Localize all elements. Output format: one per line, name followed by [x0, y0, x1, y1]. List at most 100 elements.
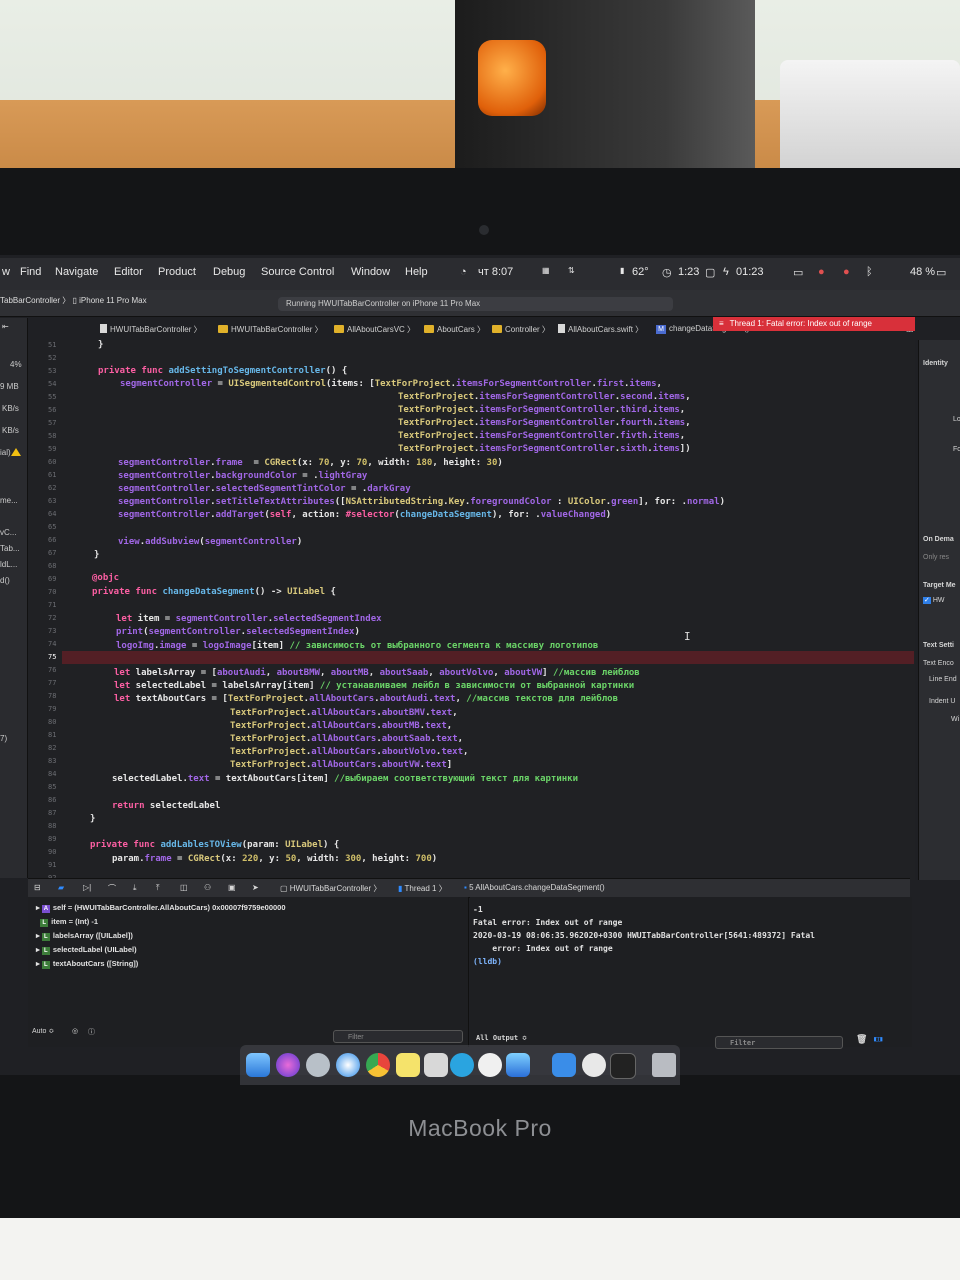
- safari-icon[interactable]: [336, 1053, 360, 1077]
- line-number[interactable]: 74: [48, 640, 56, 648]
- line-number[interactable]: 70: [48, 588, 56, 596]
- menu-item-window[interactable]: Window: [351, 266, 390, 278]
- variable-row[interactable]: ▸ LselectedLabel (UILabel): [36, 945, 137, 955]
- line-number[interactable]: 79: [48, 705, 56, 713]
- line-number[interactable]: 66: [48, 536, 56, 544]
- clock-text[interactable]: чт 8:07: [478, 266, 513, 278]
- nav-item-frame-6[interactable]: 7): [0, 734, 7, 743]
- jump-crumb-aboutcars[interactable]: AboutCars 〉: [424, 324, 485, 335]
- folder-icon[interactable]: [552, 1053, 576, 1077]
- instruments-icon[interactable]: [582, 1053, 606, 1077]
- trash-icon[interactable]: 🗑: [856, 1035, 867, 1045]
- variable-row[interactable]: ▸ Aself = (HWUITabBarController.AllAbout…: [36, 903, 286, 913]
- line-number[interactable]: 62: [48, 484, 56, 492]
- jump-crumb-group[interactable]: HWUITabBarController 〉: [218, 324, 323, 335]
- line-number[interactable]: 65: [48, 523, 56, 531]
- menu-item-navigate[interactable]: Navigate: [55, 266, 98, 278]
- line-number[interactable]: 82: [48, 744, 56, 752]
- line-number[interactable]: 64: [48, 510, 56, 518]
- launchpad-icon[interactable]: [306, 1053, 330, 1077]
- app-red-icon[interactable]: ●: [818, 266, 825, 278]
- line-number[interactable]: 80: [48, 718, 56, 726]
- inspector-only-res[interactable]: Only res: [923, 554, 949, 561]
- power-icon[interactable]: ϟ: [723, 266, 729, 278]
- line-number[interactable]: 78: [48, 692, 56, 700]
- line-number[interactable]: 67: [48, 549, 56, 557]
- line-number[interactable]: 53: [48, 367, 56, 375]
- split-view-icon[interactable]: ◧◨: [874, 1035, 882, 1043]
- line-number[interactable]: 85: [48, 783, 56, 791]
- line-number[interactable]: 59: [48, 445, 56, 453]
- menu-item-find[interactable]: Find: [20, 266, 41, 278]
- scheme-name[interactable]: TabBarController: [0, 296, 60, 305]
- line-number[interactable]: 86: [48, 796, 56, 804]
- jump-crumb-allaboutcarsvc[interactable]: AllAboutCarsVC 〉: [334, 324, 415, 335]
- nav-item-frame-3[interactable]: Tab...: [0, 544, 20, 553]
- nav-item-frame-2[interactable]: vC...: [0, 528, 16, 537]
- battery-icon[interactable]: ▭: [936, 266, 946, 279]
- line-number[interactable]: 75: [48, 653, 56, 661]
- nav-item-disk[interactable]: KB/s: [2, 404, 19, 413]
- messages-icon[interactable]: [478, 1053, 502, 1077]
- menu-item-debug[interactable]: Debug: [213, 266, 245, 278]
- cpu-monitor-icon[interactable]: ▦: [542, 266, 550, 275]
- nav-item-memory[interactable]: 9 MB: [0, 382, 19, 391]
- menu-item-editor[interactable]: Editor: [114, 266, 143, 278]
- jump-crumb-file[interactable]: AllAboutCars.swift 〉: [558, 324, 643, 335]
- line-number[interactable]: 60: [48, 458, 56, 466]
- line-number[interactable]: 71: [48, 601, 56, 609]
- app-icon[interactable]: [424, 1053, 448, 1077]
- view-hierarchy-icon[interactable]: ◫: [180, 883, 188, 892]
- menu-item-prev[interactable]: w: [2, 266, 10, 278]
- step-over-icon[interactable]: ⌒: [108, 883, 116, 894]
- line-number[interactable]: 87: [48, 809, 56, 817]
- continue-icon[interactable]: ▷|: [83, 883, 91, 892]
- line-number[interactable]: 63: [48, 497, 56, 505]
- hide-debug-area-icon[interactable]: ⊟: [34, 883, 41, 892]
- debug-thread-crumb[interactable]: ▮ Thread 1 〉: [398, 883, 447, 894]
- jump-crumb-controller[interactable]: Controller 〉: [492, 324, 550, 335]
- line-number[interactable]: 54: [48, 380, 56, 388]
- navigator-hide-icon[interactable]: ⇤: [2, 322, 9, 331]
- nav-item-cpu[interactable]: 4%: [10, 360, 22, 369]
- jump-crumb-project[interactable]: HWUITabBarController 〉: [100, 324, 202, 335]
- temperature-icon[interactable]: ▮: [620, 266, 624, 275]
- line-number[interactable]: 57: [48, 419, 56, 427]
- bluetooth-icon[interactable]: ᛒ: [866, 266, 873, 278]
- variable-row[interactable]: ▸ LtextAboutCars ([String]): [36, 959, 138, 969]
- line-number[interactable]: 69: [48, 575, 56, 583]
- variables-filter-field[interactable]: Filter: [333, 1030, 463, 1043]
- line-number[interactable]: 68: [48, 562, 56, 570]
- line-number[interactable]: 89: [48, 835, 56, 843]
- line-number[interactable]: 90: [48, 848, 56, 856]
- variables-mode-selector[interactable]: Auto ≎: [32, 1027, 54, 1035]
- clock-icon[interactable]: ◔: [460, 266, 467, 278]
- app-red-icon-2[interactable]: ●: [843, 266, 850, 278]
- menu-item-source-control[interactable]: Source Control: [261, 266, 334, 278]
- line-number[interactable]: 91: [48, 861, 56, 869]
- window-icon[interactable]: ▢: [705, 266, 715, 279]
- breakpoints-toggle-icon[interactable]: ▰: [58, 883, 64, 892]
- line-number[interactable]: 83: [48, 757, 56, 765]
- debug-frame-crumb[interactable]: ▪ 5 AllAboutCars.changeDataSegment(): [464, 883, 605, 892]
- environment-overrides-icon[interactable]: ▣: [228, 883, 236, 892]
- stopwatch-icon[interactable]: ◷: [662, 266, 672, 279]
- console-filter-field[interactable]: Filter: [715, 1036, 843, 1049]
- error-annotation[interactable]: ≡ Thread 1: Fatal error: Index out of ran…: [713, 317, 915, 331]
- line-number[interactable]: 84: [48, 770, 56, 778]
- line-number[interactable]: 61: [48, 471, 56, 479]
- line-number[interactable]: 72: [48, 614, 56, 622]
- source-editor[interactable]: 51 52 53 54 55 56 57 58 59 60 61 62 63 64 65 66 67 68 69 70…: [28, 340, 915, 882]
- console-view[interactable]: -1 Fatal error: Index out of range 2020-…: [470, 897, 912, 1049]
- nav-item-frame-1[interactable]: me...: [0, 496, 18, 505]
- line-number[interactable]: 55: [48, 393, 56, 401]
- line-number[interactable]: 77: [48, 679, 56, 687]
- inspector-target-checkbox[interactable]: ✓ HW: [923, 596, 945, 604]
- device-name[interactable]: iPhone 11 Pro Max: [79, 296, 146, 305]
- line-number[interactable]: 76: [48, 666, 56, 674]
- step-into-icon[interactable]: ⤓: [133, 883, 137, 893]
- finder-icon[interactable]: [246, 1053, 270, 1077]
- chrome-icon[interactable]: [366, 1053, 390, 1077]
- line-number[interactable]: 56: [48, 406, 56, 414]
- nav-item-network[interactable]: KB/s: [2, 426, 19, 435]
